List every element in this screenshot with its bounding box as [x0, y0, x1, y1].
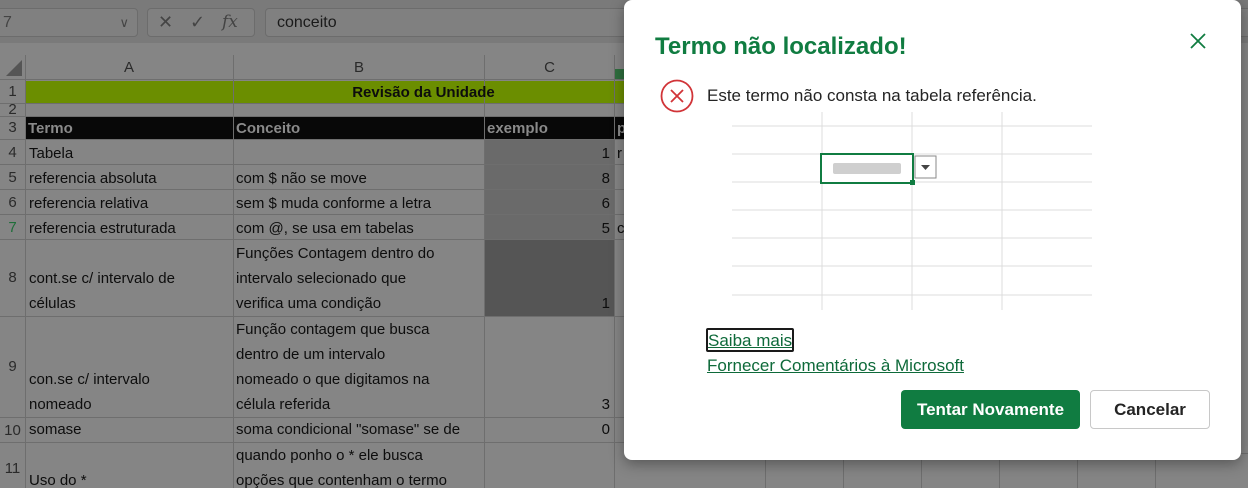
dialog-message: Este termo não consta na tabela referênc… [707, 86, 1037, 105]
cell-conceito-line1[interactable]: quando ponho o * ele busca [236, 443, 482, 468]
cell-termo-line2[interactable]: nomeado [29, 392, 229, 417]
cell-conceito[interactable]: soma condicional "somase" se de [236, 417, 483, 442]
cell-conceito-line1[interactable]: Funções Contagem dentro do [236, 241, 482, 266]
grid-illustration [732, 112, 1092, 310]
cell-conceito[interactable]: com @, se usa em tabelas [236, 216, 482, 241]
feedback-link[interactable]: Fornecer Comentários à Microsoft [707, 356, 964, 376]
cell-termo-line1[interactable]: cont.se c/ intervalo de [29, 266, 229, 291]
row-number[interactable]: 10 [0, 422, 25, 439]
cell-termo[interactable]: somase [29, 417, 229, 442]
header-exemplo[interactable]: exemplo [487, 116, 607, 141]
cell-termo[interactable]: referencia estruturada [29, 216, 229, 241]
error-icon [660, 79, 694, 113]
formula-text: conceito [277, 14, 337, 31]
row-number[interactable]: 4 [0, 144, 25, 161]
retry-button[interactable]: Tentar Novamente [901, 390, 1080, 429]
close-icon[interactable] [1186, 29, 1210, 53]
name-box-value: 7 [3, 14, 12, 31]
cell-termo[interactable]: Tabela [29, 141, 229, 166]
cell-termo-line1[interactable]: con.se c/ intervalo [29, 367, 229, 392]
cell-exemplo[interactable]: 8 [487, 166, 610, 191]
cell-termo[interactable]: referencia absoluta [29, 166, 229, 191]
cell-conceito-line1[interactable]: Função contagem que busca [236, 317, 482, 342]
cell-termo[interactable]: referencia relativa [29, 191, 229, 216]
cell-exemplo[interactable]: 3 [487, 392, 610, 417]
cell-termo[interactable]: Uso do * [29, 468, 229, 488]
row-number[interactable]: 9 [0, 358, 25, 375]
cell-conceito[interactable]: com $ não se move [236, 166, 482, 191]
header-conceito[interactable]: Conceito [236, 116, 476, 141]
dialog-title: Termo não localizado! [655, 33, 907, 60]
cell-exemplo[interactable]: 1 [487, 141, 610, 166]
cell-conceito-line2[interactable]: opções que contenham o termo [236, 468, 482, 488]
name-box[interactable]: 7 ∨ [0, 8, 138, 37]
cell-exemplo[interactable]: 6 [487, 191, 610, 216]
row-number[interactable]: 5 [0, 169, 25, 186]
cell-exemplo[interactable]: 5 [487, 216, 610, 241]
chevron-down-icon[interactable]: ∨ [119, 15, 129, 31]
cell-exemplo[interactable]: 0 [487, 417, 610, 442]
column-header-c[interactable]: C [485, 57, 614, 79]
enter-formula-icon[interactable]: ✓ [190, 12, 205, 33]
cell-conceito-line2[interactable]: dentro de um intervalo [236, 342, 482, 367]
row-number[interactable]: 1 [0, 83, 25, 100]
cell-conceito-line4[interactable]: célula referida [236, 392, 482, 417]
cell-conceito-line3[interactable]: verifica uma condição [236, 291, 482, 316]
row-number[interactable]: 7 [0, 219, 25, 236]
row-number[interactable]: 11 [0, 460, 25, 477]
cell-termo-line2[interactable]: células [29, 291, 229, 316]
column-header-b[interactable]: B [234, 57, 484, 79]
header-termo[interactable]: Termo [28, 116, 228, 141]
term-not-found-dialog: Termo não localizado! Este termo não con… [624, 0, 1241, 460]
row-number[interactable]: 3 [0, 119, 25, 136]
row-number[interactable]: 8 [0, 269, 25, 286]
cell-conceito-line3[interactable]: nomeado o que digitamos na [236, 367, 482, 392]
learn-more-link[interactable]: Saiba mais [706, 328, 795, 352]
cell-exemplo[interactable]: 1 [487, 291, 610, 316]
insert-function-icon[interactable]: fx [222, 12, 238, 32]
select-all-icon[interactable] [4, 58, 24, 78]
cancel-button[interactable]: Cancelar [1090, 390, 1210, 429]
sheet-title[interactable]: Revisão da Unidade [233, 80, 614, 105]
column-header-a[interactable]: A [25, 57, 233, 79]
cell-conceito-line2[interactable]: intervalo selecionado que [236, 266, 482, 291]
cell-conceito[interactable]: sem $ muda conforme a letra [236, 191, 482, 216]
formula-buttons: ✕ ✓ fx [147, 8, 255, 37]
row-number[interactable]: 2 [0, 101, 25, 118]
row-number[interactable]: 6 [0, 194, 25, 211]
cancel-formula-icon[interactable]: ✕ [158, 12, 173, 33]
